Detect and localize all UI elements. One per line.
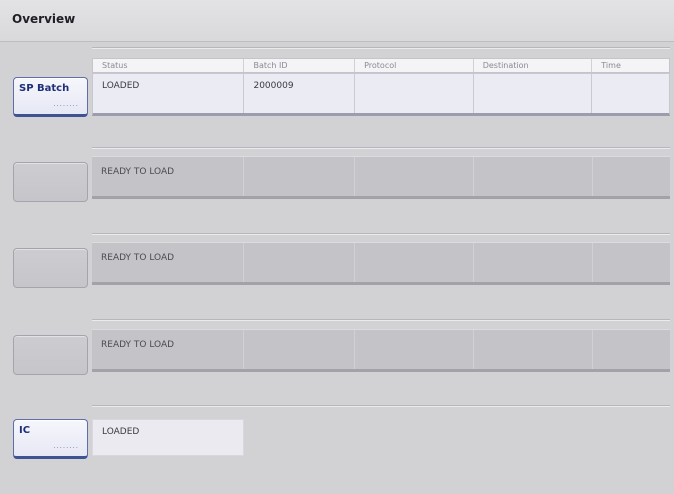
table-row-slot-1[interactable]: LOADED 2000009 [92, 73, 670, 116]
slot-3-status: READY TO LOAD [92, 243, 244, 282]
ic-button-dots: ········ [53, 444, 79, 452]
slot-4-time [593, 330, 670, 369]
page-title: Overview [12, 12, 76, 26]
column-header-time: Time [601, 61, 621, 70]
ic-status: LOADED [92, 419, 244, 456]
divider [92, 405, 670, 407]
slot-1-button-dots: ········ [53, 102, 79, 110]
slot-2-button[interactable] [13, 162, 88, 202]
column-header-destination: Destination [474, 59, 593, 72]
slot-1-status: LOADED [93, 74, 245, 113]
divider [92, 47, 670, 49]
table-header: Status Batch ID Protocol Destination Tim… [92, 58, 670, 73]
slot-4-batch-id [244, 330, 355, 369]
title-bar: Overview [0, 0, 674, 42]
slot-2-time [593, 157, 670, 196]
divider [92, 233, 670, 235]
slot-2-protocol [355, 157, 474, 196]
slot-2-destination [474, 157, 593, 196]
slot-3-time [593, 243, 670, 282]
slot-4-button[interactable] [13, 335, 88, 375]
slot-2-batch-id [244, 157, 355, 196]
column-header-batch-id: Batch ID [244, 59, 356, 72]
table-row-slot-4[interactable]: READY TO LOAD [92, 329, 670, 372]
overview-screen: Overview Status Batch ID Protocol Destin… [0, 0, 674, 494]
table-row-slot-3[interactable]: READY TO LOAD [92, 242, 670, 285]
slot-3-destination [474, 243, 593, 282]
column-header-status: Status [93, 59, 245, 72]
table-row-slot-2[interactable]: READY TO LOAD [92, 156, 670, 199]
slot-4-protocol [355, 330, 474, 369]
divider [92, 319, 670, 321]
ic-button[interactable]: IC ········ [13, 419, 88, 459]
slot-1-time [592, 74, 669, 113]
slot-1-button[interactable]: SP Batch ········ [13, 77, 88, 117]
slot-2-status: READY TO LOAD [92, 157, 244, 196]
ic-button-label: IC [19, 425, 31, 436]
slot-3-batch-id [244, 243, 355, 282]
slot-4-status: READY TO LOAD [92, 330, 244, 369]
divider [92, 147, 670, 149]
slot-1-batch-id: 2000009 [244, 74, 356, 113]
slot-1-protocol [355, 74, 474, 113]
slot-1-destination [474, 74, 593, 113]
column-header-protocol: Protocol [355, 59, 474, 72]
slot-4-destination [474, 330, 593, 369]
slot-1-button-label: SP Batch [19, 83, 70, 94]
slot-3-protocol [355, 243, 474, 282]
slot-3-button[interactable] [13, 248, 88, 288]
